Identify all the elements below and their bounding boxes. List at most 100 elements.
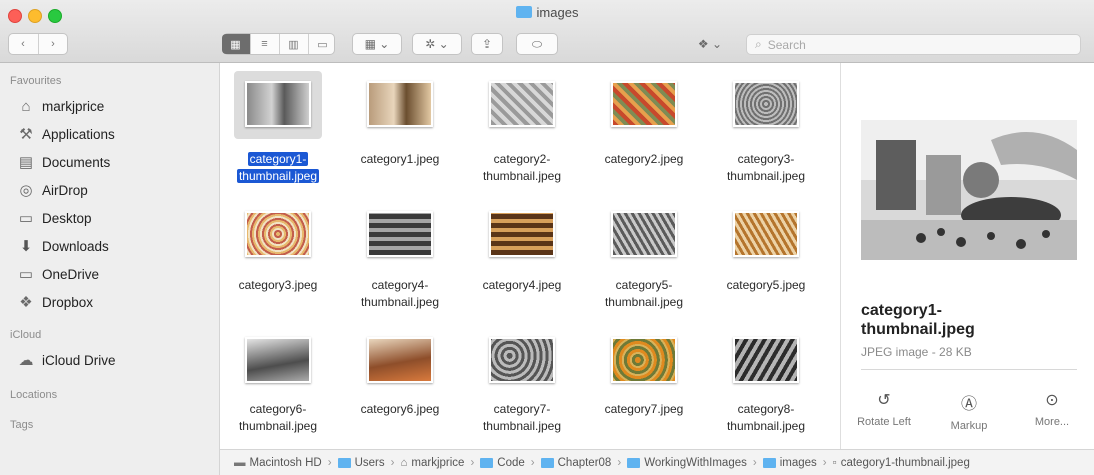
chevron-right-icon: › — [752, 456, 757, 469]
action-button[interactable]: ✲ ⌄ — [412, 33, 462, 55]
file-thumbnail — [367, 211, 433, 257]
sidebar-item-markjprice[interactable]: ⌂ markjprice — [16, 95, 104, 117]
window-title: images — [0, 5, 1094, 20]
folder-icon — [762, 457, 776, 468]
file-thumbnail — [611, 211, 677, 257]
icon-view-icon[interactable]: ▦ — [221, 34, 251, 54]
favourites-heading: Favourites — [10, 75, 62, 87]
group-button[interactable]: ▦ ⌄ — [352, 33, 402, 55]
preview-pane: category1- thumbnail.jpeg JPEG image - 28… — [840, 63, 1094, 449]
chevron-right-icon: › — [530, 456, 535, 469]
view-mode-control: ▦ ≡ ▥ ▭ — [221, 33, 337, 55]
file-thumbnail — [489, 337, 555, 383]
gear-icon: ✲ ⌄ — [425, 37, 449, 51]
sidebar-item-downloads[interactable]: ⬇ Downloads — [16, 235, 109, 257]
file-name: category2- — [493, 152, 551, 166]
path-item[interactable]: images — [762, 457, 817, 469]
file-thumbnail — [611, 81, 677, 127]
folder-icon — [480, 457, 494, 468]
file-name: thumbnail.jpeg — [482, 169, 562, 183]
path-item[interactable]: WorkingWithImages — [627, 457, 747, 469]
finder-window: images ‹ › ▦ ≡ ▥ ▭ ▦ ⌄ ✲ ⌄ ⇪ ⬭ ❖ ⌄ ⌕ Sea… — [0, 0, 1094, 475]
desktop-icon: ▭ — [18, 210, 34, 227]
file-thumbnail — [367, 81, 433, 127]
chevron-right-icon: › — [822, 456, 827, 469]
folder-icon: ▭ — [18, 266, 34, 283]
list-view-icon[interactable]: ≡ — [251, 34, 280, 54]
file-thumbnail — [245, 211, 311, 257]
divider — [861, 369, 1077, 370]
path-item[interactable]: ⌂ markjprice — [400, 457, 464, 469]
sidebar-item-airdrop[interactable]: ◎ AirDrop — [16, 179, 87, 201]
sidebar-item-documents[interactable]: ▤ Documents — [16, 151, 110, 173]
chevron-right-icon: › — [327, 456, 332, 469]
file-name: category4- — [371, 278, 429, 292]
share-icon: ⇪ — [481, 37, 493, 51]
file-name: category2.jpeg — [604, 152, 684, 166]
file-thumbnail — [489, 81, 555, 127]
file-name: category5- — [615, 278, 673, 292]
path-item[interactable]: Users — [337, 457, 385, 469]
tag-icon: ⬭ — [531, 36, 543, 51]
group-icon: ▦ ⌄ — [364, 37, 390, 51]
chevron-right-icon: › — [470, 456, 475, 469]
file-name: category6.jpeg — [360, 402, 440, 416]
share-button[interactable]: ⇪ — [471, 33, 503, 55]
preview-photo — [861, 120, 1077, 260]
image-file-icon: ▫ — [832, 456, 837, 469]
gallery-view-icon[interactable]: ▭ — [309, 34, 337, 54]
sidebar: Favourites ⌂ markjprice ⚒ Applications ▤ Do… — [0, 63, 220, 475]
disk-icon: ▬ — [234, 456, 246, 469]
file-name: category4.jpeg — [482, 278, 562, 292]
file-thumbnail — [245, 337, 311, 383]
rotate-left-button[interactable]: ↺ Rotate Left — [849, 390, 919, 428]
path-item[interactable]: ▫ category1-thumbnail.jpeg — [833, 457, 970, 469]
dropbox-button[interactable]: ❖ ⌄ — [684, 33, 736, 55]
chevron-right-icon[interactable]: › — [39, 34, 68, 54]
file-name: category5.jpeg — [726, 278, 806, 292]
rotate-left-icon: ↺ — [877, 392, 891, 409]
file-thumbnail — [367, 337, 433, 383]
sidebar-item-desktop[interactable]: ▭ Desktop — [16, 207, 92, 229]
path-item[interactable]: ▬ Macintosh HD — [234, 457, 322, 469]
chevron-right-icon: › — [390, 456, 395, 469]
file-thumbnail — [733, 81, 799, 127]
markup-icon: Ⓐ — [960, 396, 977, 413]
preview-file-name: category1- thumbnail.jpeg — [861, 302, 975, 338]
tags-button[interactable]: ⬭ — [516, 33, 558, 55]
sidebar-item-applications[interactable]: ⚒ Applications — [16, 123, 115, 145]
more-button[interactable]: ⊙ More... — [1017, 390, 1087, 428]
file-name: category1- — [247, 152, 309, 166]
sidebar-item-dropbox[interactable]: ❖ Dropbox — [16, 291, 93, 313]
downloads-icon: ⬇ — [19, 238, 33, 255]
back-forward-buttons: ‹ › — [8, 33, 68, 55]
airdrop-icon: ◎ — [19, 182, 33, 199]
file-thumbnail — [245, 81, 311, 127]
file-name: thumbnail.jpeg — [238, 419, 318, 433]
sidebar-item-icloud-drive[interactable]: ☁ iCloud Drive — [16, 349, 116, 371]
column-view-icon[interactable]: ▥ — [280, 34, 309, 54]
cloud-icon: ☁ — [18, 352, 34, 369]
file-name: category7.jpeg — [604, 402, 684, 416]
path-item[interactable]: Code — [480, 457, 525, 469]
sidebar-item-onedrive[interactable]: ▭ OneDrive — [16, 263, 99, 285]
folder-icon — [627, 457, 641, 468]
file-name: category1.jpeg — [360, 152, 440, 166]
folder-icon — [337, 457, 351, 468]
search-icon: ⌕ — [755, 37, 762, 51]
file-name: thumbnail.jpeg — [726, 419, 806, 433]
home-icon: ⌂ — [21, 97, 31, 115]
chevron-right-icon: › — [617, 456, 622, 469]
chevron-left-icon[interactable]: ‹ — [9, 34, 39, 54]
dropbox-icon: ❖ — [19, 294, 33, 311]
title-bar: images ‹ › ▦ ≡ ▥ ▭ ▦ ⌄ ✲ ⌄ ⇪ ⬭ ❖ ⌄ ⌕ Sea… — [0, 0, 1094, 63]
file-name: category8- — [737, 402, 795, 416]
file-name: thumbnail.jpeg — [482, 419, 562, 433]
markup-button[interactable]: Ⓐ Markup — [934, 390, 1004, 432]
more-icon: ⊙ — [1045, 392, 1059, 409]
home-icon: ⌂ — [400, 456, 408, 469]
path-item[interactable]: Chapter08 — [540, 457, 611, 469]
preview-image — [861, 120, 1077, 260]
search-input[interactable]: ⌕ Search — [746, 34, 1081, 55]
file-name: thumbnail.jpeg — [604, 295, 684, 309]
